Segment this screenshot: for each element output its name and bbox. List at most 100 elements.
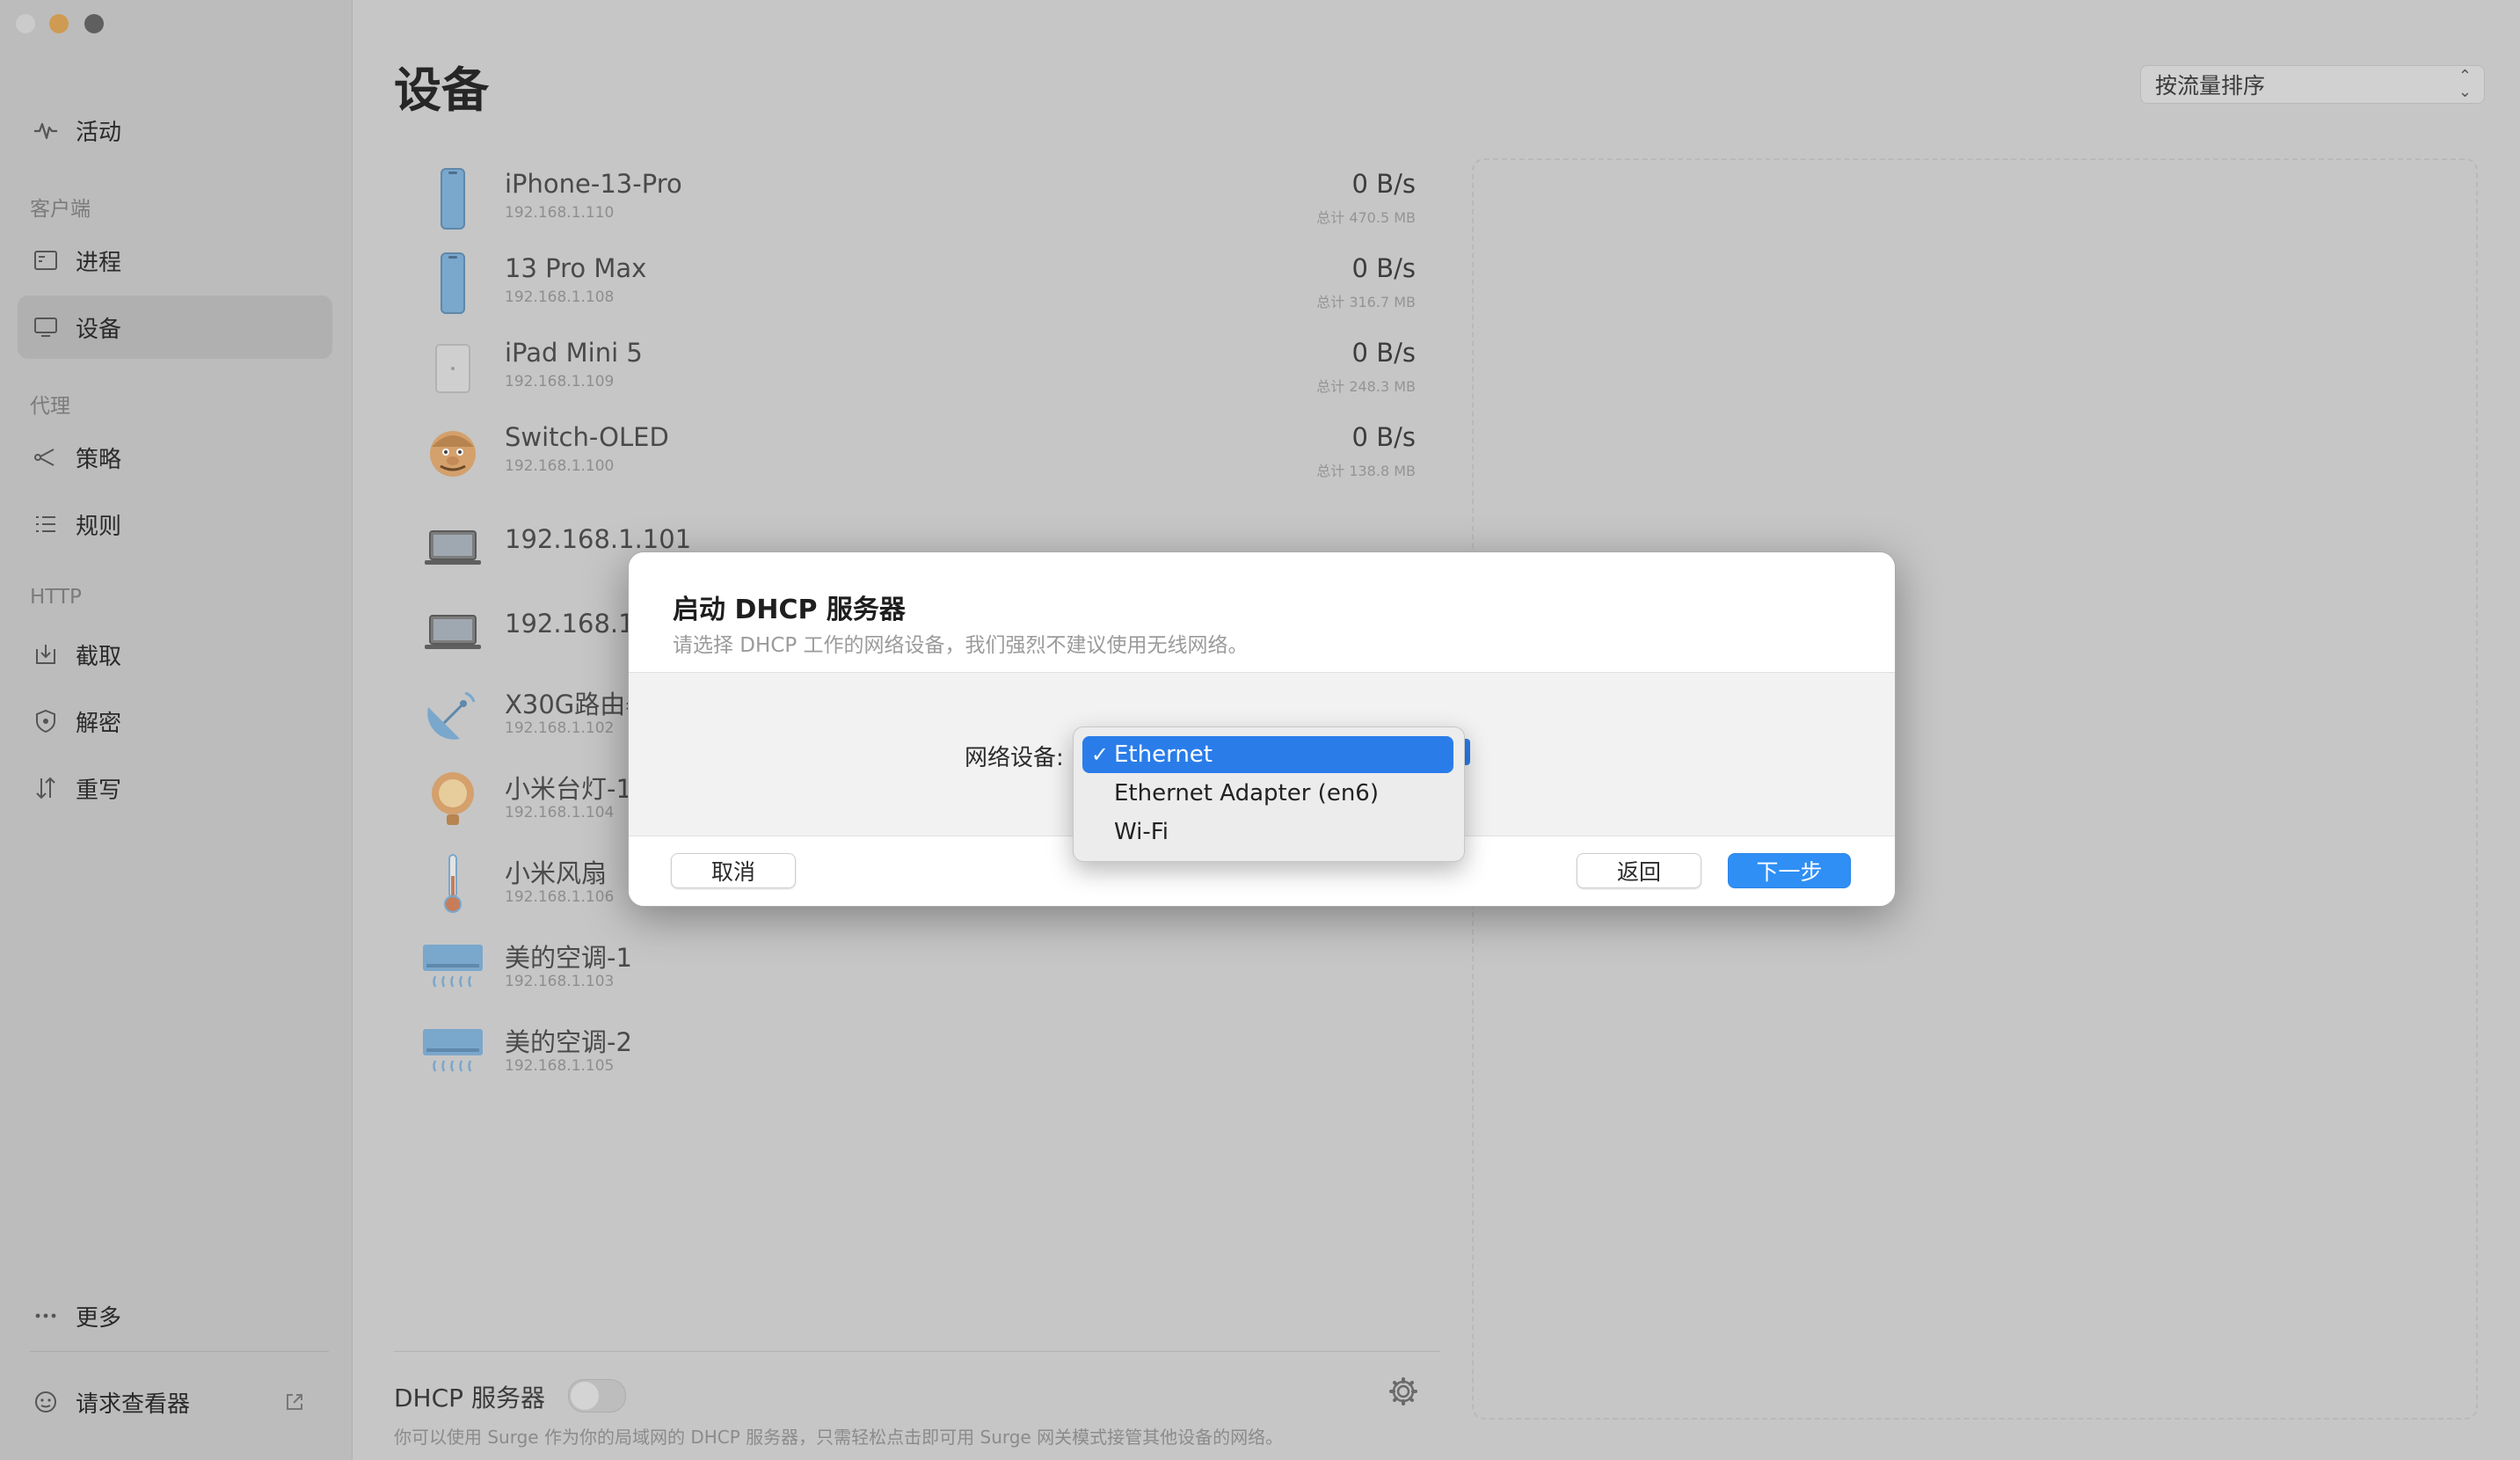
sidebar-item-more[interactable]: 更多 — [18, 1284, 332, 1347]
device-ip: 192.168.1.108 — [505, 288, 615, 306]
sidebar-item-label: 截取 — [76, 643, 122, 670]
device-name: 小米台灯-1 — [505, 774, 632, 804]
device-ip: 192.168.1.100 — [505, 457, 615, 475]
capture-icon — [30, 639, 62, 670]
sort-dropdown[interactable]: 按流量排序 ⌃ ⌄ — [2140, 65, 2485, 104]
device-speed: 0 B/s — [1351, 253, 1416, 283]
monitor-icon — [30, 311, 62, 343]
thermometer-icon — [413, 848, 492, 918]
process-icon — [30, 245, 62, 276]
sidebar-item-label: 更多 — [76, 1304, 122, 1332]
cancel-button[interactable]: 取消 — [671, 853, 796, 888]
sidebar-item-label: 进程 — [76, 249, 122, 276]
sort-arrows-icon — [30, 772, 62, 804]
device-ip: 192.168.1.105 — [505, 1057, 615, 1075]
laptop-icon — [413, 595, 492, 665]
sidebar-item-request-viewer[interactable]: 请求查看器 — [18, 1370, 332, 1434]
dhcp-title: DHCP 服务器 — [394, 1383, 545, 1413]
network-device-label: 网络设备: — [965, 745, 1064, 771]
ellipsis-icon — [30, 1300, 62, 1332]
list-icon — [30, 508, 62, 540]
device-name: 小米风扇 — [505, 858, 608, 888]
air-conditioner-icon — [413, 1017, 492, 1087]
dialog-subtitle: 请选择 DHCP 工作的网络设备，我们强烈不建议使用无线网络。 — [673, 634, 1249, 657]
device-name: 192.168.1.101 — [505, 524, 692, 554]
sidebar-item-policy[interactable]: 策略 — [18, 426, 332, 489]
sidebar-item-devices[interactable]: 设备 — [18, 296, 332, 359]
laptop-icon — [413, 510, 492, 580]
sidebar-item-label: 请求查看器 — [76, 1391, 191, 1418]
phone-icon — [413, 248, 492, 318]
sidebar-item-rules[interactable]: 规则 — [18, 493, 332, 556]
device-total: 总计 316.7 MB — [1316, 294, 1416, 310]
branch-icon — [30, 442, 62, 473]
device-ip: 192.168.1.110 — [505, 204, 615, 222]
menu-item-ethernet-adapter[interactable]: Ethernet Adapter (en6) — [1082, 775, 1453, 812]
next-button[interactable]: 下一步 — [1728, 853, 1851, 888]
device-ip: 192.168.1.106 — [505, 888, 615, 906]
checkmark-icon: ✓ — [1090, 742, 1109, 767]
gear-icon[interactable] — [1387, 1376, 1419, 1407]
sidebar-item-activity[interactable]: 活动 — [18, 99, 332, 162]
menu-item-wifi[interactable]: Wi-Fi — [1082, 814, 1453, 850]
dialog-header: 启动 DHCP 服务器 请选择 DHCP 工作的网络设备，我们强烈不建议使用无线… — [629, 552, 1895, 673]
sidebar-item-label: 重写 — [76, 777, 122, 804]
sidebar-item-label: 设备 — [76, 316, 122, 343]
chevron-updown-icon: ⌃ ⌄ — [2458, 67, 2472, 101]
section-label-proxy: 代理 — [30, 395, 70, 418]
device-name: Switch-OLED — [505, 422, 669, 452]
device-row[interactable]: Switch-OLED 192.168.1.100 0 B/s 总计 138.8… — [413, 410, 1416, 494]
window-close-button[interactable] — [16, 14, 35, 33]
menu-item-ethernet[interactable]: ✓ Ethernet — [1082, 736, 1453, 773]
mario-face-icon — [413, 417, 492, 487]
section-label-client: 客户端 — [30, 198, 91, 221]
activity-icon — [30, 114, 62, 146]
device-row[interactable]: 美的空调-1 192.168.1.103 — [413, 925, 1416, 1010]
device-row[interactable]: iPhone-13-Pro 192.168.1.110 0 B/s 总计 470… — [413, 157, 1416, 241]
dhcp-toggle[interactable] — [568, 1379, 626, 1413]
page-title: 设备 — [394, 62, 489, 118]
device-ip: 192.168.1.102 — [505, 719, 615, 737]
shield-icon — [30, 705, 62, 737]
toggle-knob — [571, 1382, 599, 1410]
network-device-menu[interactable]: ✓ Ethernet Ethernet Adapter (en6) Wi-Fi — [1073, 726, 1465, 862]
device-name: iPad Mini 5 — [505, 338, 643, 368]
device-row[interactable]: 美的空调-2 192.168.1.105 — [413, 1010, 1416, 1094]
device-speed: 0 B/s — [1351, 422, 1416, 452]
viewer-face-icon — [30, 1386, 62, 1418]
device-name: 13 Pro Max — [505, 253, 647, 283]
sidebar-divider — [30, 1351, 329, 1352]
device-ip: 192.168.1.104 — [505, 804, 615, 821]
device-total: 总计 138.8 MB — [1316, 463, 1416, 479]
window-zoom-button[interactable] — [84, 14, 104, 33]
device-name: 美的空调-1 — [505, 943, 632, 973]
menu-item-label: Ethernet — [1114, 741, 1213, 768]
sidebar-item-label: 活动 — [76, 119, 122, 146]
external-link-icon[interactable] — [283, 1391, 306, 1413]
air-conditioner-icon — [413, 932, 492, 1003]
phone-icon — [413, 164, 492, 234]
light-bulb-icon — [413, 763, 492, 834]
dialog-title: 启动 DHCP 服务器 — [673, 595, 906, 625]
sort-dropdown-label: 按流量排序 — [2155, 73, 2266, 99]
sidebar-item-rewrite[interactable]: 重写 — [18, 756, 332, 820]
device-name: iPhone-13-Pro — [505, 169, 682, 199]
device-ip: 192.168.1.103 — [505, 973, 615, 990]
sidebar-item-label: 规则 — [76, 513, 122, 540]
bottom-divider — [394, 1351, 1440, 1352]
device-speed: 0 B/s — [1351, 169, 1416, 199]
device-row[interactable]: 13 Pro Max 192.168.1.108 0 B/s 总计 316.7 … — [413, 241, 1416, 325]
device-row[interactable]: iPad Mini 5 192.168.1.109 0 B/s 总计 248.3… — [413, 325, 1416, 410]
device-total: 总计 470.5 MB — [1316, 209, 1416, 226]
sidebar-item-label: 策略 — [76, 446, 122, 473]
menu-item-label: Ethernet Adapter (en6) — [1114, 780, 1379, 807]
dhcp-description: 你可以使用 Surge 作为你的局域网的 DHCP 服务器，只需轻松点击即可用 … — [394, 1427, 1284, 1448]
sidebar-item-process[interactable]: 进程 — [18, 229, 332, 292]
sidebar-item-label: 解密 — [76, 710, 122, 737]
sidebar-item-capture[interactable]: 截取 — [18, 623, 332, 686]
back-button[interactable]: 返回 — [1577, 853, 1701, 888]
device-speed: 0 B/s — [1351, 338, 1416, 368]
sidebar-item-decrypt[interactable]: 解密 — [18, 690, 332, 753]
window-minimize-button[interactable] — [49, 14, 69, 33]
device-total: 总计 248.3 MB — [1316, 378, 1416, 395]
